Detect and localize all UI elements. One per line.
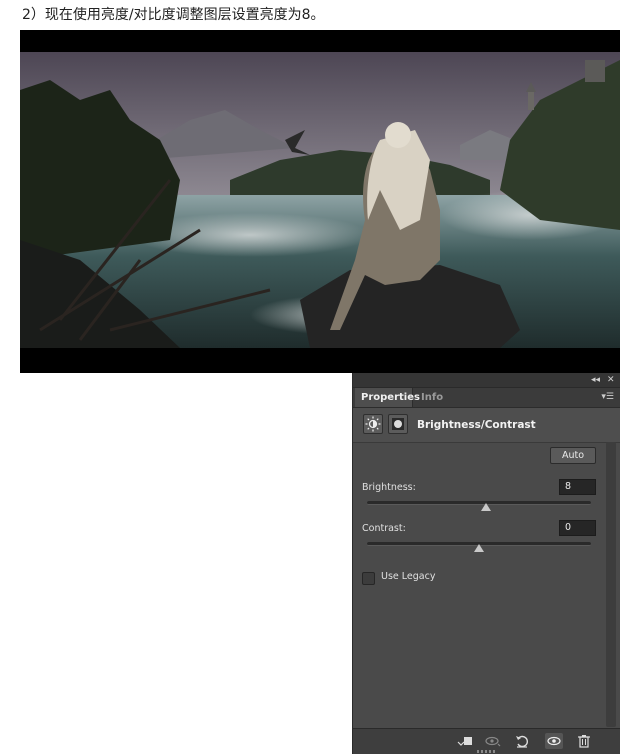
visibility-eye-icon[interactable] xyxy=(545,733,563,749)
clip-to-layer-icon[interactable] xyxy=(456,733,474,749)
contrast-label: Contrast: xyxy=(362,523,406,534)
close-icon[interactable]: ✕ xyxy=(607,373,615,387)
contrast-slider-thumb[interactable] xyxy=(474,544,484,552)
double-chevron-left-icon[interactable]: ◂◂ xyxy=(591,373,600,387)
scene-photo xyxy=(20,30,620,373)
contrast-input[interactable]: 0 xyxy=(559,520,596,536)
reset-icon[interactable] xyxy=(513,733,531,749)
brightness-contrast-icon[interactable] xyxy=(363,414,383,434)
fantasy-scene-image xyxy=(20,30,620,373)
layer-mask-icon[interactable] xyxy=(388,414,408,434)
use-legacy-checkbox[interactable] xyxy=(362,572,375,585)
panel-footer xyxy=(353,728,620,754)
adjustment-controls: Auto Brightness: 8 Contrast: 0 Use Legac… xyxy=(353,442,603,732)
use-legacy-label: Use Legacy xyxy=(381,571,436,582)
brightness-input[interactable]: 8 xyxy=(559,479,596,495)
view-previous-state-icon[interactable] xyxy=(484,733,502,749)
resize-grip[interactable] xyxy=(477,750,497,753)
auto-button[interactable]: Auto xyxy=(550,447,596,464)
adjustment-title: Brightness/Contrast xyxy=(417,419,536,431)
brightness-label: Brightness: xyxy=(362,482,416,493)
brightness-slider-track[interactable] xyxy=(367,501,591,505)
tab-info[interactable]: Info xyxy=(415,388,449,407)
tab-properties[interactable]: Properties xyxy=(355,388,420,407)
trash-icon[interactable] xyxy=(575,733,593,749)
panel-menu-icon[interactable]: ▾☰ xyxy=(601,388,614,407)
panel-tabs: Properties Info ▾☰ xyxy=(353,388,620,408)
tutorial-caption: 2）现在使用亮度/对比度调整图层设置亮度为8。 xyxy=(22,7,325,23)
brightness-slider-thumb[interactable] xyxy=(481,503,492,511)
properties-panel: ◂◂ ✕ Properties Info ▾☰ Brightness/Contr… xyxy=(352,373,620,754)
adjustment-header: Brightness/Contrast xyxy=(353,408,620,443)
panel-titlebar: ◂◂ ✕ xyxy=(353,373,620,388)
panel-scrollbar[interactable] xyxy=(606,442,616,727)
